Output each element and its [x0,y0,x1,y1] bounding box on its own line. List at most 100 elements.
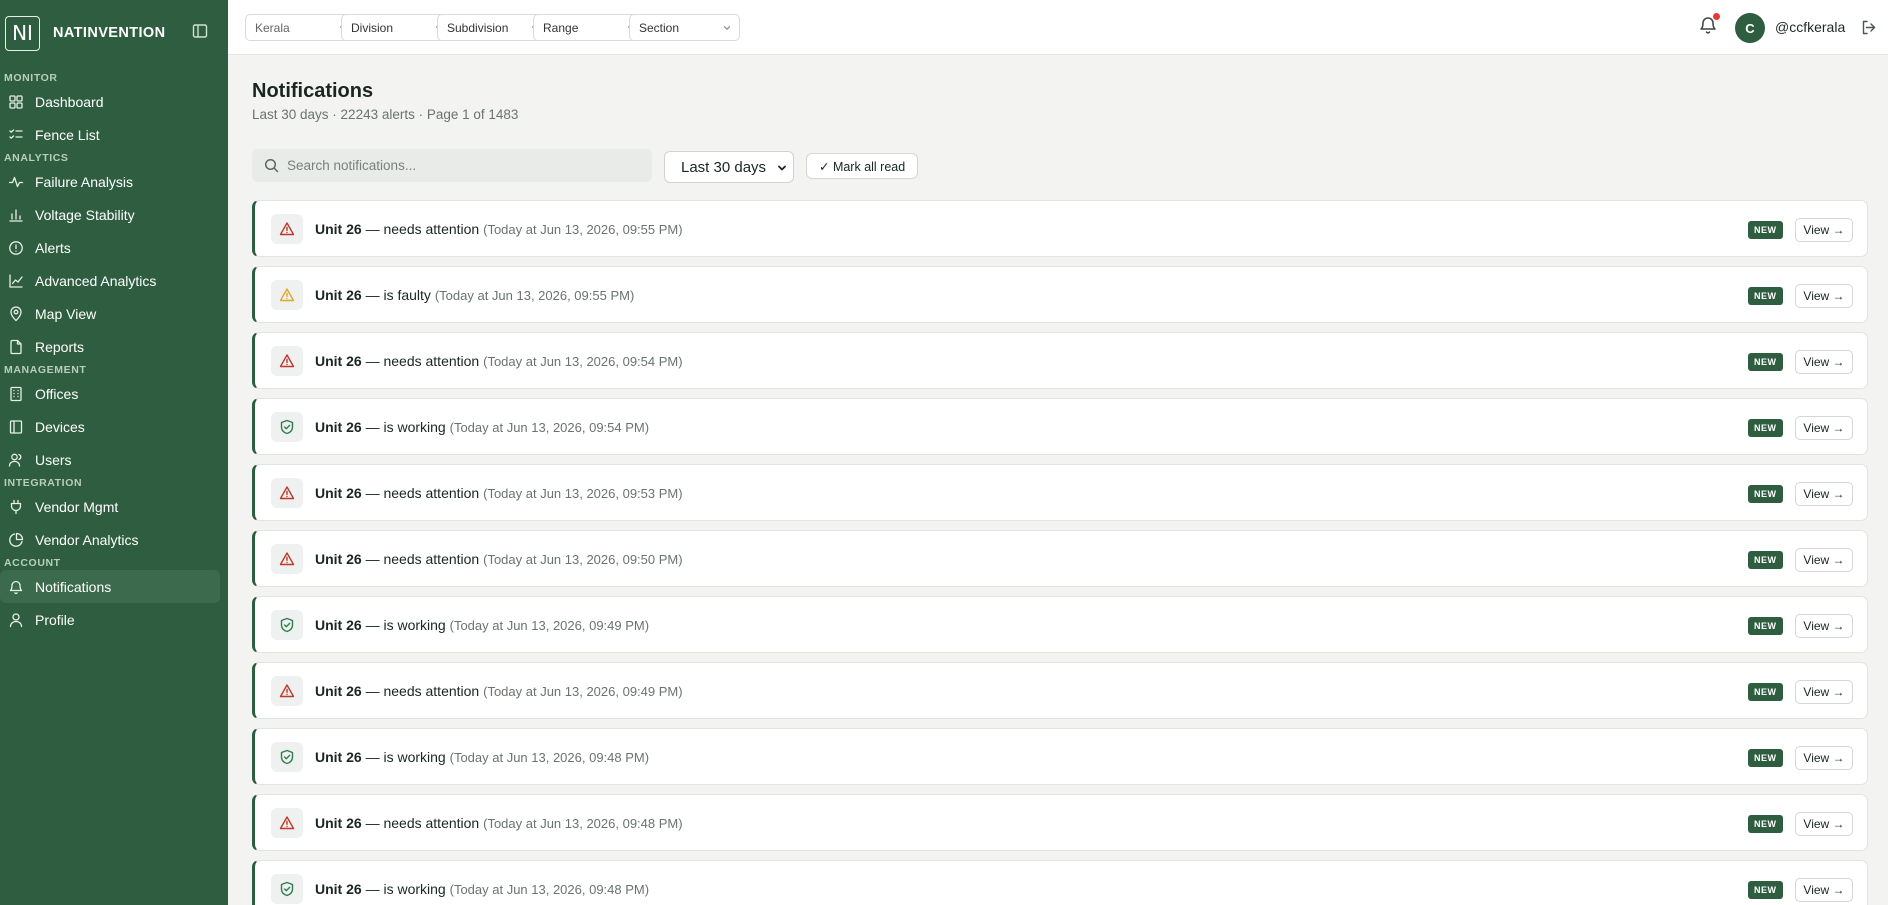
sidebar-item-map-view[interactable]: Map View [0,297,221,330]
view-button[interactable]: View → [1795,680,1853,704]
sidebar-item-label: Reports [35,338,85,355]
sidebar-item-label: Vendor Mgmt [35,498,119,515]
notification-row[interactable]: Unit 26 — needs attention (Today at Jun … [252,200,1868,257]
new-badge: NEW [1748,419,1783,437]
notification-message: — is working [365,419,446,435]
notification-time: (Today at Jun 13, 2026, 09:54 PM) [483,354,683,369]
sidebar-item-reports[interactable]: Reports [0,330,221,363]
view-button[interactable]: View → [1795,284,1853,308]
date-range-select[interactable]: Last 30 days [664,151,794,183]
sidebar-item-alerts[interactable]: Alerts [0,231,221,264]
view-button[interactable]: View → [1795,878,1853,902]
chevron-down-icon [778,165,786,171]
notification-row[interactable]: Unit 26 — is working (Today at Jun 13, 2… [252,398,1868,455]
sidebar-toggle-icon[interactable] [192,23,208,39]
notification-row[interactable]: Unit 26 — needs attention (Today at Jun … [252,464,1868,521]
notification-row[interactable]: Unit 26 — needs attention (Today at Jun … [252,530,1868,587]
sidebar-item-fence-list[interactable]: Fence List [0,118,221,151]
notification-row[interactable]: Unit 26 — is working (Today at Jun 13, 2… [252,860,1868,905]
notification-icon-box [271,610,303,640]
warning-triangle-icon [279,288,295,302]
notification-text: Unit 26 — is working (Today at Jun 13, 2… [315,881,649,897]
notification-row[interactable]: Unit 26 — needs attention (Today at Jun … [252,794,1868,851]
view-button[interactable]: View → [1795,482,1853,506]
logout-icon[interactable] [1860,19,1877,36]
shield-check-icon [280,617,294,633]
filter-subdivision[interactable]: Subdivision [437,14,548,41]
notification-time: (Today at Jun 13, 2026, 09:53 PM) [483,486,683,501]
search-input[interactable] [287,158,637,173]
notification-row[interactable]: Unit 26 — is working (Today at Jun 13, 2… [252,596,1868,653]
notification-unit: Unit 26 [315,617,362,633]
notification-icon-box [271,742,303,772]
alert-triangle-icon [279,552,295,566]
sidebar-item-voltage-stability[interactable]: Voltage Stability [0,198,221,231]
notification-icon-box [271,676,303,706]
filter-value: Section [639,20,680,35]
date-range-value: Last 30 days [681,158,767,176]
sidebar-item-profile[interactable]: Profile [0,603,221,636]
notification-icon-box [271,214,303,244]
view-button[interactable]: View → [1795,416,1853,440]
notification-time: (Today at Jun 13, 2026, 09:48 PM) [483,816,683,831]
dashboard-icon [9,94,23,109]
sidebar-item-label: Offices [35,385,79,402]
notification-unit: Unit 26 [315,551,362,567]
notification-icon-box [271,478,303,508]
new-badge: NEW [1748,881,1783,899]
alert-triangle-icon [279,486,295,500]
sidebar-item-label: Dashboard [35,93,104,110]
filter-kerala[interactable]: Kerala [245,14,356,41]
list-check-icon [9,128,23,139]
notification-row[interactable]: Unit 26 — is working (Today at Jun 13, 2… [252,728,1868,785]
notification-time: (Today at Jun 13, 2026, 09:48 PM) [449,882,650,897]
sidebar-item-users[interactable]: Users [0,443,221,476]
new-badge: NEW [1748,815,1783,833]
view-button[interactable]: View → [1795,350,1853,374]
sidebar-item-failure-analysis[interactable]: Failure Analysis [0,165,221,198]
notification-unit: Unit 26 [315,221,362,237]
notification-icon-box [271,808,303,838]
notification-row[interactable]: Unit 26 — is faulty (Today at Jun 13, 20… [252,266,1868,323]
sidebar-section-monitor: MONITOR [4,72,58,84]
sidebar-item-dashboard[interactable]: Dashboard [0,85,221,118]
view-button[interactable]: View → [1795,218,1853,242]
notification-row[interactable]: Unit 26 — needs attention (Today at Jun … [252,332,1868,389]
sidebar-item-vendor-analytics[interactable]: Vendor Analytics [0,523,221,556]
notification-unit: Unit 26 [315,881,362,897]
notification-text: Unit 26 — is working (Today at Jun 13, 2… [315,617,649,633]
notification-text: Unit 26 — is faulty (Today at Jun 13, 20… [315,287,634,303]
notification-message: — is faulty [365,287,431,303]
sidebar-item-devices[interactable]: Devices [0,410,221,443]
chevron-down-icon [723,26,731,30]
notification-unit: Unit 26 [315,815,362,831]
topbar: Kerala Division Subdivision Range Section C … [228,0,1888,55]
username[interactable]: @ccfkerala [1775,19,1845,35]
notification-message: — needs attention [365,683,480,699]
notification-message: — is working [365,749,446,765]
filter-range[interactable]: Range [533,14,644,41]
sidebar-nav: MONITOR Dashboard Fence List ANALYTICS Failu… [0,66,228,636]
avatar[interactable]: C [1735,13,1765,43]
notification-dot [1713,13,1720,20]
view-button[interactable]: View → [1795,812,1853,836]
notification-message: — needs attention [365,551,480,567]
new-badge: NEW [1748,551,1783,569]
view-button[interactable]: View → [1795,614,1853,638]
new-badge: NEW [1748,485,1783,503]
notification-text: Unit 26 — needs attention (Today at Jun … [315,353,683,369]
sidebar-section-account: ACCOUNT [4,557,61,569]
building-icon [10,386,22,401]
sidebar-item-notifications[interactable]: Notifications [0,570,220,603]
filter-division[interactable]: Division [341,14,452,41]
sidebar-item-vendor-mgmt[interactable]: Vendor Mgmt [0,490,221,523]
notification-row[interactable]: Unit 26 — needs attention (Today at Jun … [252,662,1868,719]
view-button[interactable]: View → [1795,548,1853,572]
sidebar-item-offices[interactable]: Offices [0,377,221,410]
filter-section[interactable]: Section [629,14,740,41]
sidebar-item-advanced-analytics[interactable]: Advanced Analytics [0,264,221,297]
mark-all-read-button[interactable]: ✓ Mark all read [806,153,919,179]
notification-text: Unit 26 — is working (Today at Jun 13, 2… [315,419,649,435]
notification-time: (Today at Jun 13, 2026, 09:49 PM) [483,684,683,699]
view-button[interactable]: View → [1795,746,1853,770]
